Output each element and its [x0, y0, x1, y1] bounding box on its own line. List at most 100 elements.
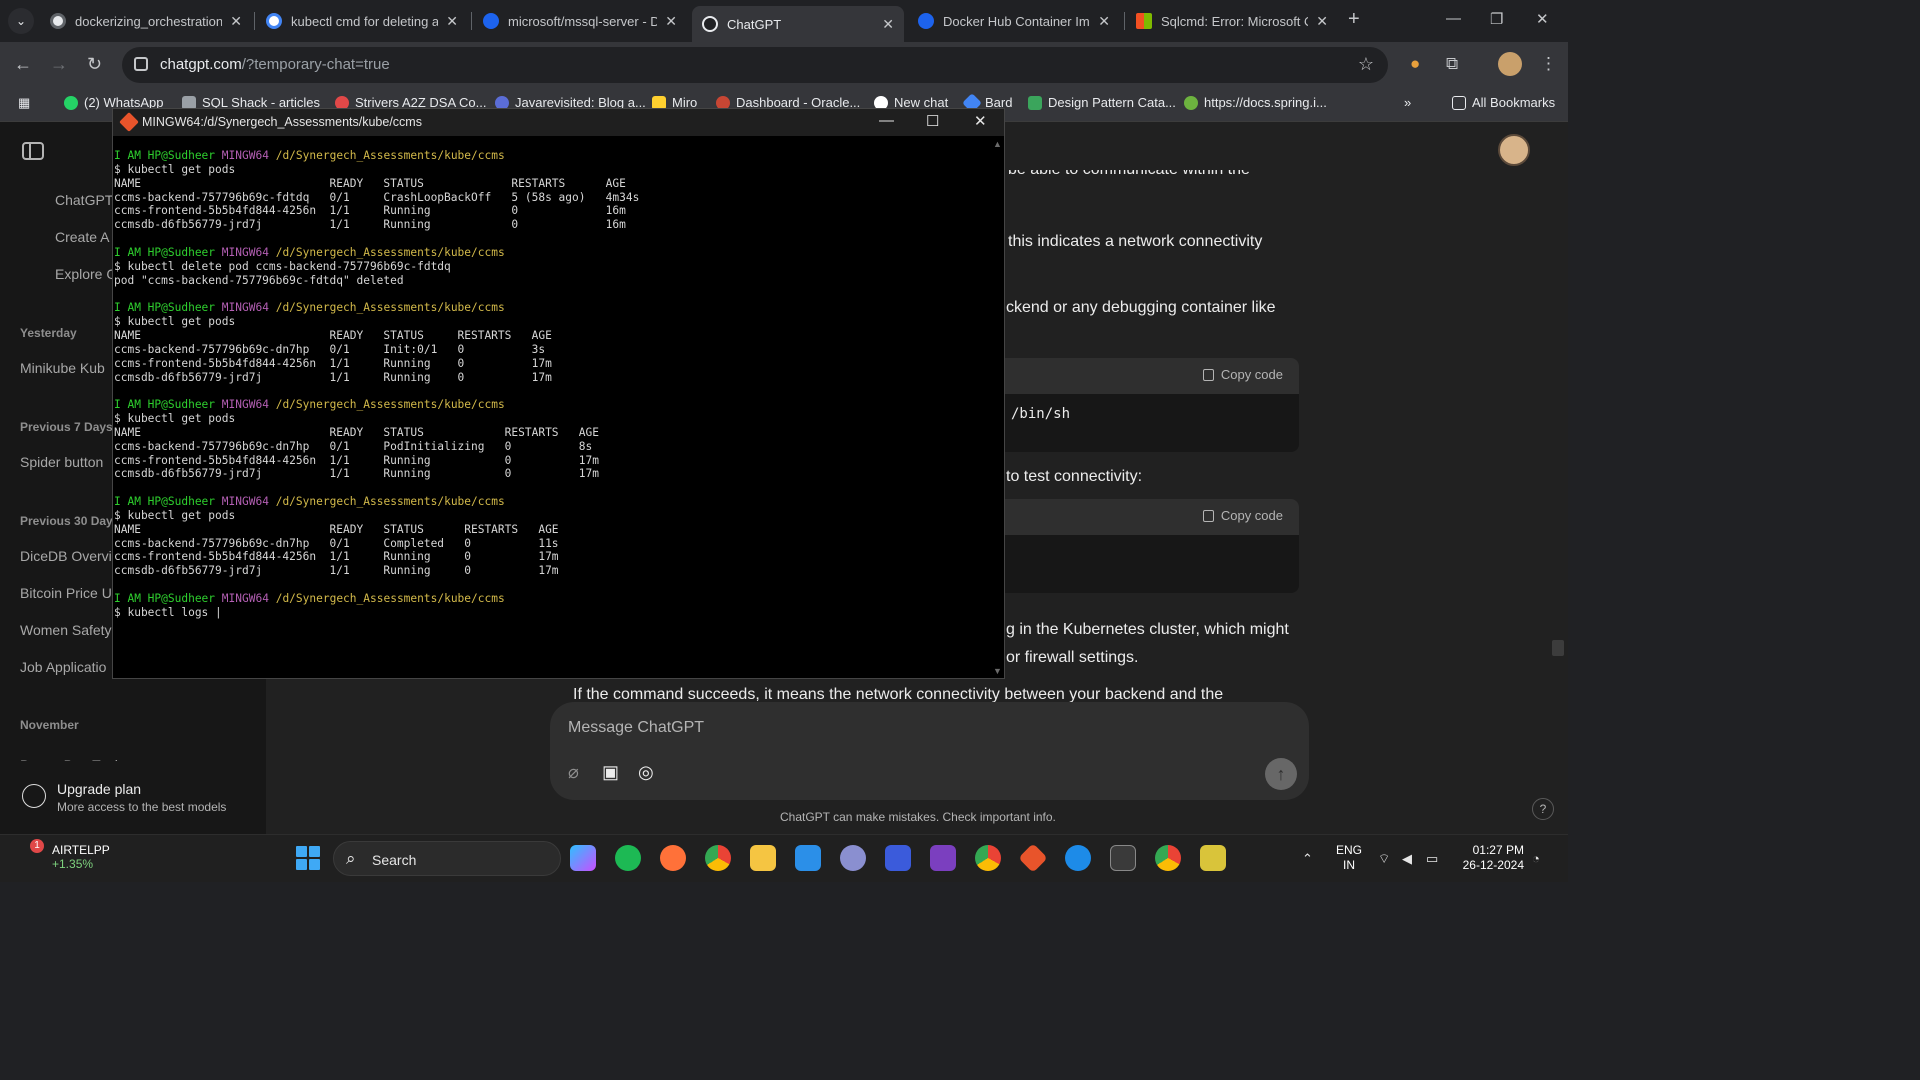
tab-chatgpt[interactable]: ChatGPT ✕: [692, 6, 904, 42]
chat-history-item[interactable]: Bitcoin Price U: [20, 585, 112, 601]
copy-code-button[interactable]: Copy code: [1202, 508, 1283, 523]
tab-search-icon[interactable]: ⌄: [8, 8, 34, 34]
help-button[interactable]: ?: [1532, 798, 1554, 820]
url-text[interactable]: chatgpt.com/?temporary-chat=true: [160, 56, 390, 73]
bookmark-star-icon[interactable]: ☆: [1358, 54, 1374, 75]
chat-history-item[interactable]: Women Safety: [20, 622, 112, 638]
back-icon[interactable]: ←: [14, 54, 32, 75]
chrome-icon[interactable]: [705, 845, 731, 871]
chrome-profile-icon[interactable]: [975, 845, 1001, 871]
attach-icon[interactable]: ⌀: [568, 762, 579, 783]
chat-history-item[interactable]: DiceDB Overvi: [20, 548, 112, 564]
bookmarks-overflow-icon[interactable]: »: [1404, 95, 1411, 110]
terminal-prompt: I AM HP@Sudheer MINGW64 /d/Synergech_Ass…: [114, 149, 505, 162]
globe-icon[interactable]: ◎: [638, 762, 654, 783]
chat-history-item[interactable]: Minikube Kub: [20, 360, 105, 376]
extension-icon[interactable]: ●: [1410, 54, 1420, 74]
sidebar-item-explore[interactable]: Explore G: [55, 266, 117, 282]
battery-icon[interactable]: ▭: [1426, 851, 1438, 867]
copy-icon: [1202, 510, 1214, 522]
message-input[interactable]: Message ChatGPT: [568, 719, 704, 737]
response-text: be able to communicate within the: [1008, 170, 1250, 182]
docker-desktop-icon[interactable]: [1065, 845, 1091, 871]
tools-icon[interactable]: ▣: [602, 762, 619, 783]
terminal-prompt: I AM HP@Sudheer MINGW64 /d/Synergech_Ass…: [114, 301, 505, 315]
bookmark-designpattern[interactable]: Design Pattern Cata...: [1028, 95, 1176, 110]
restore-icon[interactable]: ❐: [1490, 10, 1503, 28]
response-text: g in the Kubernetes cluster, which might: [1006, 621, 1289, 638]
firefox-icon[interactable]: [660, 845, 686, 871]
chat-history-item[interactable]: Spider button: [20, 454, 103, 470]
terminal-scrollbar[interactable]: ▲ ▼: [992, 137, 1004, 678]
page-scrollbar[interactable]: [1552, 640, 1564, 656]
scroll-down-icon[interactable]: ▼: [993, 666, 1002, 676]
extensions-puzzle-icon[interactable]: ⧉: [1446, 54, 1458, 74]
all-bookmarks[interactable]: All Bookmarks: [1452, 95, 1555, 110]
reload-icon[interactable]: ↻: [87, 54, 102, 75]
terminal-icon[interactable]: [1110, 845, 1136, 871]
message-composer: Message ChatGPT ⌀ ▣ ◎ ↑: [550, 702, 1309, 800]
bookmark-spring[interactable]: https://docs.spring.i...: [1184, 95, 1327, 110]
new-tab-button[interactable]: +: [1348, 8, 1360, 31]
terminal-output-line: ccms-backend-757796b69c-dn7hp 0/1 Init:0…: [114, 342, 546, 356]
visual-studio-icon[interactable]: [930, 845, 956, 871]
sidebar-toggle-icon[interactable]: [22, 142, 44, 160]
chat-history-item[interactable]: Brown Bag Topics: [20, 752, 132, 761]
snipping-tool-icon[interactable]: [1200, 845, 1226, 871]
sidebar-item-create[interactable]: Create A: [55, 229, 109, 245]
code-header: Copy code: [1005, 499, 1299, 535]
send-button[interactable]: ↑: [1265, 758, 1297, 790]
tab-sqlcmd[interactable]: Sqlcmd: Error: Microsoft O ✕: [1126, 6, 1338, 36]
terminal-titlebar[interactable]: MINGW64:/d/Synergech_Assessments/kube/cc…: [113, 109, 1004, 136]
close-icon[interactable]: ✕: [665, 13, 677, 30]
chrome-dev-icon[interactable]: [1155, 845, 1181, 871]
git-bash-taskbar-icon[interactable]: [1018, 843, 1048, 873]
tab-dockerizing[interactable]: dockerizing_orchestration.p ✕: [40, 6, 252, 36]
close-window-icon[interactable]: ✕: [974, 112, 987, 130]
minimize-icon[interactable]: —: [1446, 10, 1461, 27]
tab-dockerhub[interactable]: Docker Hub Container Ima ✕: [908, 6, 1120, 36]
maximize-icon[interactable]: ☐: [926, 112, 939, 130]
vscode-icon[interactable]: [795, 845, 821, 871]
wifi-icon[interactable]: ⌔: [1378, 851, 1390, 867]
git-bash-icon: [119, 112, 139, 132]
tab-mssql[interactable]: microsoft/mssql-server - D ✕: [473, 6, 687, 36]
browser-menu-icon[interactable]: ⋮: [1540, 54, 1557, 74]
language-indicator[interactable]: ENG IN: [1336, 843, 1362, 873]
sidebar-item-chatgpt[interactable]: ChatGPT: [55, 192, 113, 208]
browser-toolbar: ← → ↻ chatgpt.com/?temporary-chat=true ☆: [0, 42, 1568, 88]
chat-history-item[interactable]: Job Applicatio: [20, 659, 106, 675]
response-text: If the command succeeds, it means the ne…: [573, 686, 1224, 702]
close-icon[interactable]: ✕: [446, 13, 458, 30]
close-icon[interactable]: ✕: [230, 13, 242, 30]
close-window-icon[interactable]: ✕: [1536, 10, 1549, 28]
user-avatar[interactable]: [1498, 134, 1530, 166]
eclipse-icon[interactable]: [840, 845, 866, 871]
windows-start-icon[interactable]: [296, 846, 320, 870]
minimize-icon[interactable]: —: [879, 112, 894, 129]
volume-icon[interactable]: ◀: [1402, 851, 1412, 867]
file-explorer-icon[interactable]: [750, 845, 776, 871]
notification-bell-icon[interactable]: ◔: [1532, 851, 1540, 866]
tab-title: dockerizing_orchestration.p: [75, 13, 223, 29]
intellij-icon[interactable]: [885, 845, 911, 871]
scroll-up-icon[interactable]: ▲: [993, 139, 1002, 149]
tray-overflow-icon[interactable]: ⌃: [1302, 851, 1313, 867]
profile-avatar[interactable]: [1498, 52, 1522, 76]
upgrade-plan-button[interactable]: Upgrade plan More access to the best mod…: [20, 776, 260, 820]
spotify-icon[interactable]: [615, 845, 641, 871]
terminal-output[interactable]: I AM HP@Sudheer MINGW64 /d/Synergech_Ass…: [114, 149, 990, 679]
copilot-icon[interactable]: [570, 845, 596, 871]
copy-code-button[interactable]: Copy code: [1202, 367, 1283, 382]
tab-kubectl[interactable]: kubectl cmd for deleting a ✕: [256, 6, 468, 36]
forward-icon[interactable]: →: [50, 54, 68, 75]
close-icon[interactable]: ✕: [1316, 13, 1328, 30]
system-clock[interactable]: 01:27 PM 26-12-2024: [1460, 843, 1524, 873]
taskbar-search[interactable]: ⌕ Search: [333, 841, 561, 876]
apps-grid-icon[interactable]: ▦: [18, 95, 30, 111]
site-info-icon[interactable]: [134, 57, 148, 71]
close-icon[interactable]: ✕: [882, 16, 894, 33]
address-bar[interactable]: chatgpt.com/?temporary-chat=true ☆: [122, 47, 1388, 83]
close-icon[interactable]: ✕: [1098, 13, 1110, 30]
stock-widget[interactable]: 1 AIRTELPP +1.35%: [20, 839, 110, 871]
